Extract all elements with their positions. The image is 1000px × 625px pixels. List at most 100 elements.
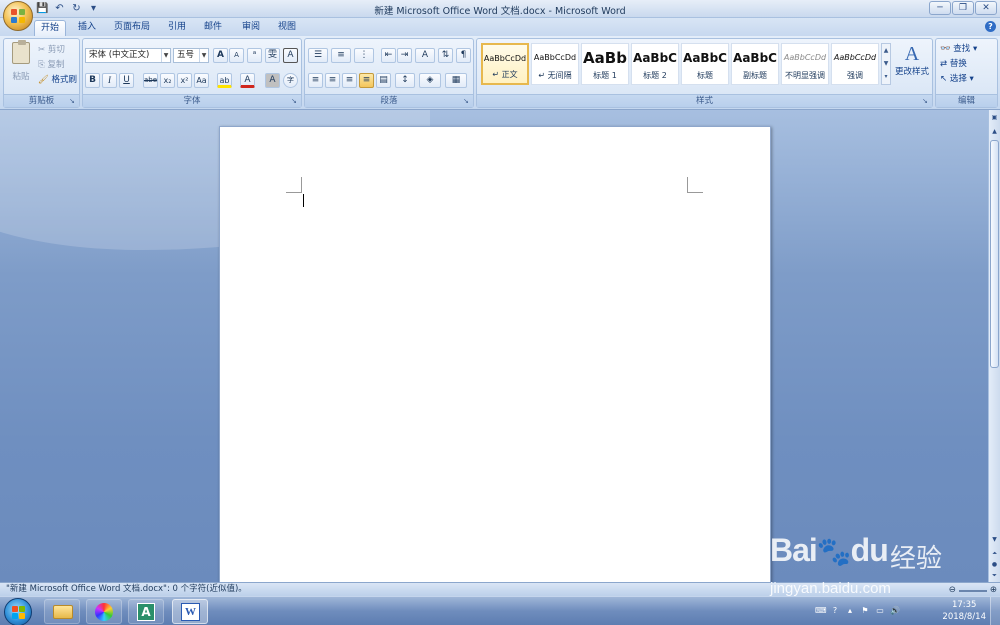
taskbar-app-color[interactable] [86, 599, 122, 624]
justify-button[interactable]: ≡ [359, 73, 374, 88]
shading-button[interactable]: ◈ [419, 73, 441, 88]
format-painter-button[interactable]: 🖌 格式刷 [37, 73, 78, 87]
borders-icon: ▦ [451, 75, 461, 85]
tab-insert[interactable]: 插入 [72, 20, 102, 36]
superscript-button[interactable]: x² [177, 73, 192, 88]
scroll-up-icon[interactable]: ▲ [989, 126, 1000, 137]
style-title[interactable]: AaBbC 标题 [681, 43, 729, 85]
help-icon[interactable]: ? [830, 606, 840, 616]
clock[interactable]: 17:35 2018/8/14 [942, 599, 986, 623]
paste-label: 粘贴 [12, 72, 30, 82]
chinese-layout-button[interactable]: A [415, 48, 435, 63]
help-icon[interactable]: ? [985, 21, 996, 32]
tab-review[interactable]: 审阅 [236, 20, 266, 36]
decrease-indent-button[interactable]: ⇤ [381, 48, 396, 63]
style-sample: AaBbC [683, 51, 727, 65]
change-case-button[interactable]: Aa [194, 73, 209, 88]
font-name-select[interactable]: 宋体 (中文正文) ▼ [85, 48, 171, 63]
brush-icon: 🖌 [38, 75, 49, 85]
copy-button[interactable]: ⎘ 复制 [37, 58, 66, 72]
align-left-button[interactable]: ≡ [308, 73, 323, 88]
align-center-button[interactable]: ≡ [325, 73, 340, 88]
show-desktop-button[interactable] [990, 597, 1000, 625]
tab-home[interactable]: 开始 [34, 20, 66, 36]
font-launcher-icon[interactable]: ↘ [291, 97, 299, 105]
taskbar: A W ⌨ ? ▴ ⚑ ▭ 🔊 17:35 2018/8/14 [0, 596, 1000, 625]
next-page-icon[interactable]: ⏷ [989, 570, 1000, 581]
browse-object-icon[interactable]: ● [989, 559, 1000, 570]
style-subtitle[interactable]: AaBbC 副标题 [731, 43, 779, 85]
paste-button[interactable]: 粘贴 [7, 40, 35, 92]
font-size-select[interactable]: 五号 ▼ [173, 48, 209, 63]
replace-button[interactable]: ⇄ 替换 [939, 57, 968, 71]
scroll-thumb[interactable] [990, 140, 999, 368]
bullets-button[interactable]: ☰ [308, 48, 328, 63]
style-name: 标题 2 [643, 71, 667, 80]
maximize-button[interactable]: ❐ [952, 1, 974, 15]
change-styles-icon: A [904, 43, 920, 65]
character-border-button[interactable]: A [283, 48, 298, 63]
select-button[interactable]: ↖ 选择 ▾ [939, 72, 975, 86]
clear-format-button[interactable]: ᵃ [247, 48, 262, 63]
vertical-scrollbar[interactable]: ▣ ▲ ▼ ⏶ ● ⏷ [988, 110, 1000, 582]
phonetic-guide-button[interactable]: 雯 [265, 48, 280, 63]
line-spacing-button[interactable]: ↕ [395, 73, 415, 88]
font-color-button[interactable]: A [240, 73, 255, 88]
monitor-icon[interactable]: ▭ [875, 606, 885, 616]
close-button[interactable]: ✕ [975, 1, 997, 15]
styles-scroll[interactable]: ▲ ▼ ▾ [881, 43, 891, 85]
style-no-spacing[interactable]: AaBbCcDd ↵ 无间隔 [531, 43, 579, 85]
cut-button[interactable]: ✂ 剪切 [37, 43, 66, 57]
tab-references[interactable]: 引用 [162, 20, 192, 36]
increase-indent-icon: ⇥ [400, 50, 409, 60]
numbering-button[interactable]: ≡ [331, 48, 351, 63]
find-button[interactable]: 👓 查找 ▾ [939, 42, 978, 56]
align-right-button[interactable]: ≡ [342, 73, 357, 88]
sort-button[interactable]: ⇅ [438, 48, 453, 63]
underline-button[interactable]: U [119, 73, 134, 88]
clipboard-launcher-icon[interactable]: ↘ [69, 97, 77, 105]
change-styles-button[interactable]: A 更改样式 [893, 41, 931, 91]
style-normal[interactable]: AaBbCcDd ↵ 正文 [481, 43, 529, 85]
ruler-toggle-icon[interactable]: ▣ [989, 112, 1000, 123]
style-subtle-emphasis[interactable]: AaBbCcDd 不明显强调 [781, 43, 829, 85]
text-highlight-button[interactable]: ab [217, 73, 232, 88]
distributed-button[interactable]: ▤ [376, 73, 391, 88]
style-heading-1[interactable]: AaBb 标题 1 [581, 43, 629, 85]
taskbar-explorer[interactable] [44, 599, 80, 624]
show-marks-button[interactable]: ¶ [456, 48, 471, 63]
style-heading-2[interactable]: AaBbC 标题 2 [631, 43, 679, 85]
increase-indent-button[interactable]: ⇥ [397, 48, 412, 63]
document-page[interactable] [219, 126, 771, 582]
multilevel-list-button[interactable]: ⋮ [354, 48, 374, 63]
styles-launcher-icon[interactable]: ↘ [922, 97, 930, 105]
minimize-button[interactable]: ─ [929, 1, 951, 15]
bold-button[interactable]: B [85, 73, 100, 88]
paragraph-launcher-icon[interactable]: ↘ [463, 97, 471, 105]
shrink-font-button[interactable]: A [229, 48, 244, 63]
taskbar-app-chart[interactable]: A [128, 599, 164, 624]
scroll-down-icon[interactable]: ▼ [989, 534, 1000, 545]
style-name: ↵ 正文 [492, 70, 518, 79]
tab-page-layout[interactable]: 页面布局 [110, 20, 154, 36]
subscript-button[interactable]: x₂ [160, 73, 175, 88]
grow-font-icon: A [217, 50, 224, 60]
italic-button[interactable]: I [102, 73, 117, 88]
office-button[interactable] [3, 1, 33, 31]
taskbar-word[interactable]: W [172, 599, 208, 624]
volume-icon[interactable]: 🔊 [890, 606, 900, 616]
character-shading-button[interactable]: A [265, 73, 280, 88]
tab-mailings[interactable]: 邮件 [198, 20, 228, 36]
borders-button[interactable]: ▦ [445, 73, 467, 88]
strikethrough-button[interactable]: abe [143, 73, 158, 88]
zoom-slider[interactable] [958, 589, 987, 592]
flag-icon[interactable]: ⚑ [860, 606, 870, 616]
start-button[interactable] [4, 598, 32, 625]
previous-page-icon[interactable]: ⏶ [989, 548, 1000, 559]
enclose-characters-button[interactable]: 字 [283, 73, 298, 88]
keyboard-icon[interactable]: ⌨ [815, 606, 827, 616]
tab-view[interactable]: 视图 [272, 20, 302, 36]
expand-tray-icon[interactable]: ▴ [845, 606, 855, 616]
style-emphasis[interactable]: AaBbCcDd 强调 [831, 43, 879, 85]
grow-font-button[interactable]: A [213, 48, 228, 63]
